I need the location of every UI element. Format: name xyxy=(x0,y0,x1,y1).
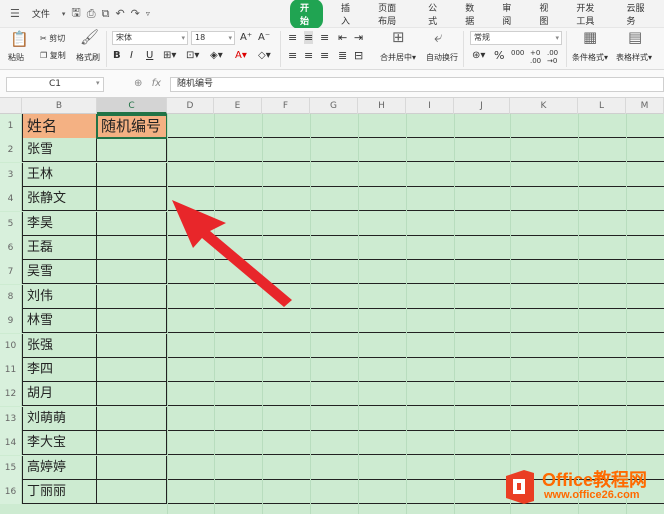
watermark-url: www.office26.com xyxy=(544,489,640,501)
spreadsheet-app: ☰ 文件 ▾ 🖫 ⎙ ⧉ ↶ ↷ ▿ 开始 插入 页面布局 公式 数据 审阅 视图 开发工具云… xyxy=(0,0,664,514)
annotation-arrow-icon xyxy=(172,200,292,307)
office-logo-icon xyxy=(506,470,534,504)
watermark: Office教程网 www.office26.com xyxy=(500,462,664,514)
